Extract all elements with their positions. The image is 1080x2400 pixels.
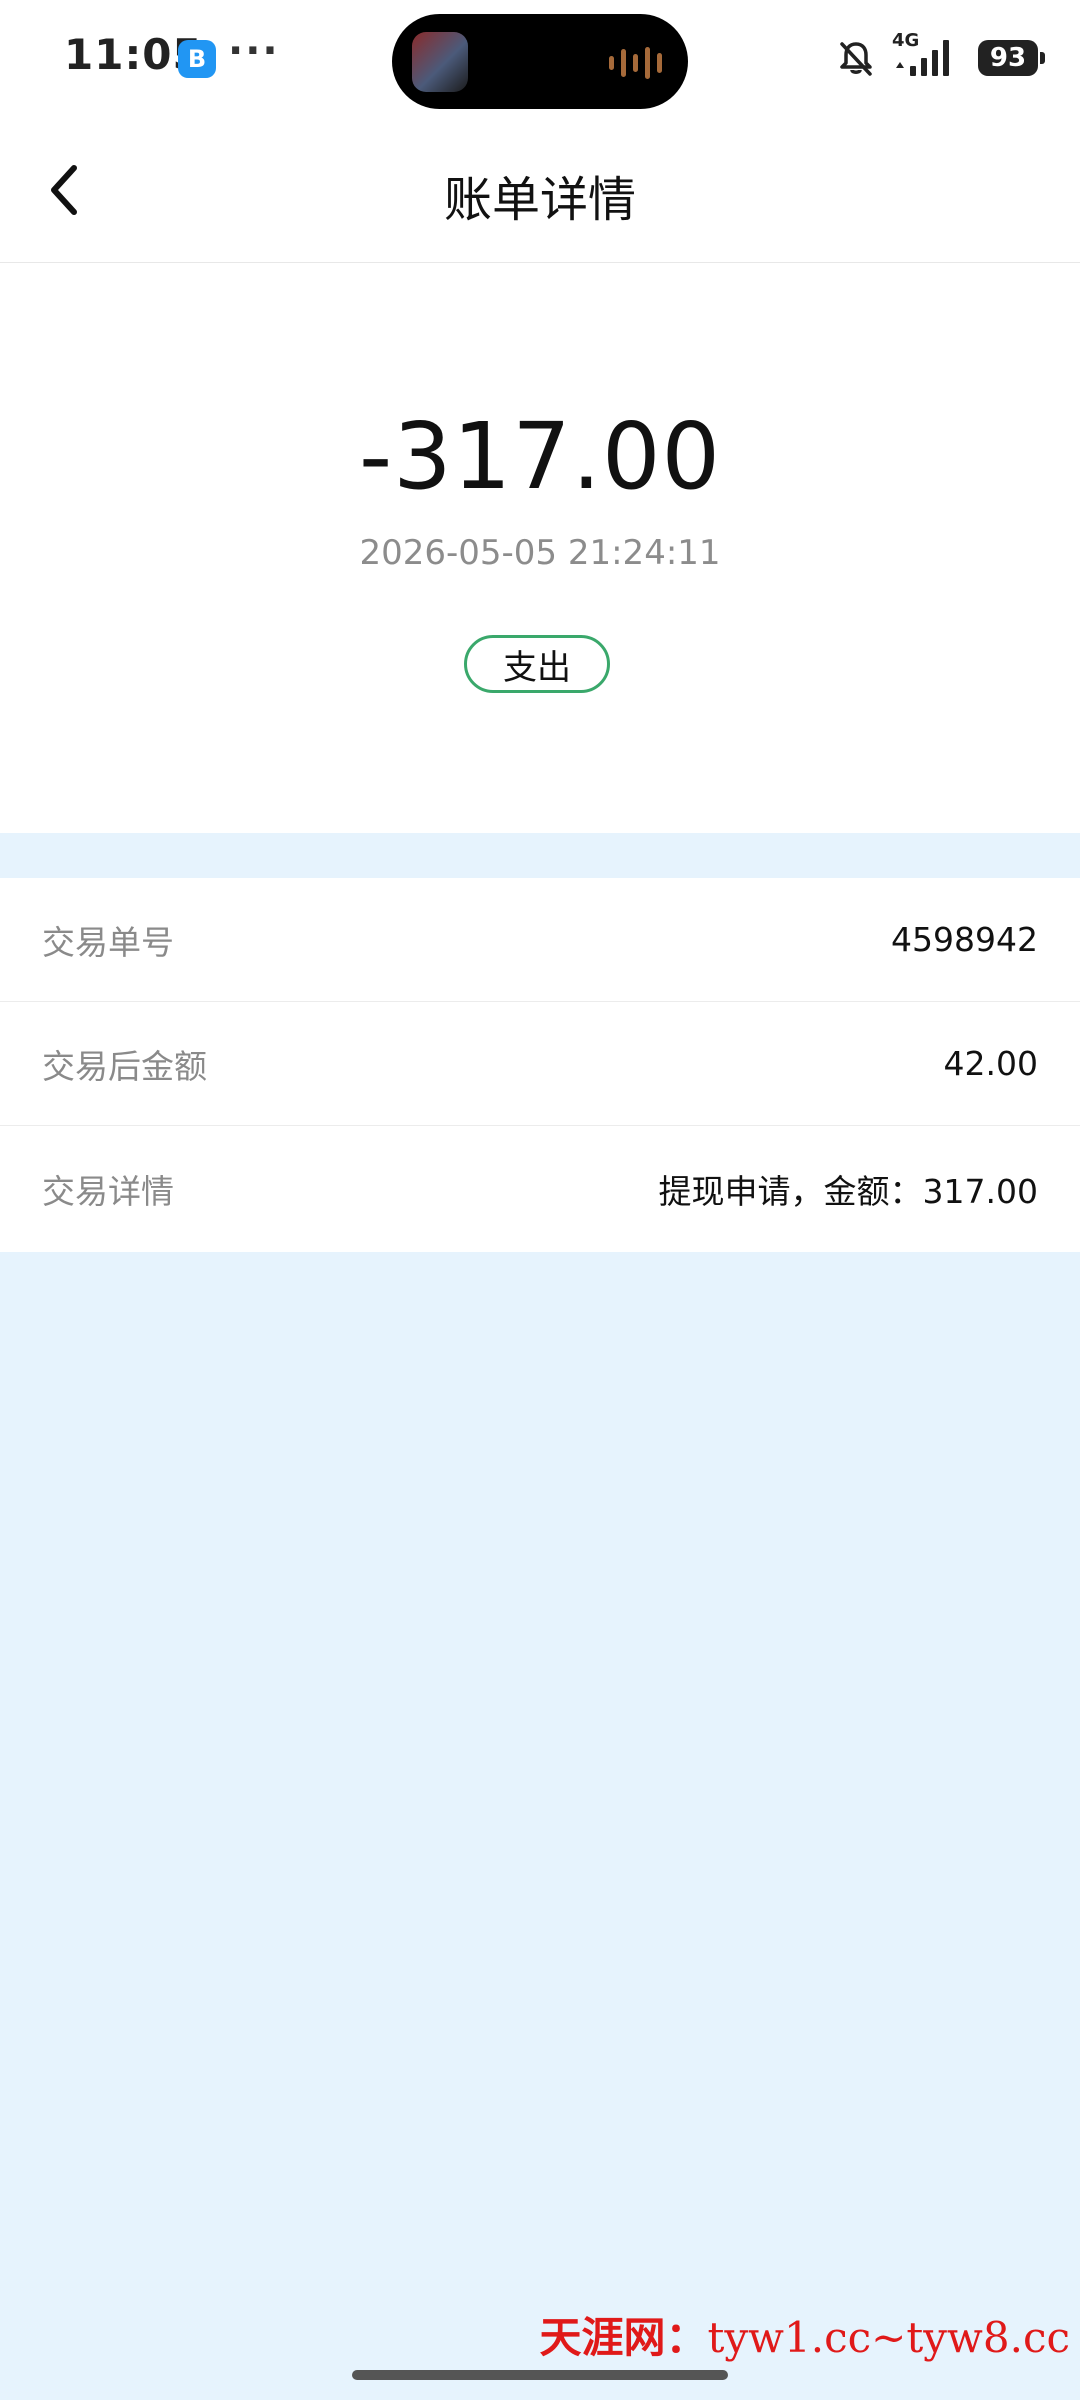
page-title: 账单详情: [443, 172, 636, 228]
detail-label: 交易单号: [42, 922, 174, 962]
detail-list: 交易单号 4598942 交易后金额 42.00 交易详情 提现申请，金额：31…: [0, 878, 1080, 1252]
detail-value: 42.00: [943, 1044, 1038, 1083]
detail-value: 提现申请，金额：317.00: [658, 1172, 1038, 1211]
status-bar: 11:05 B ··· 4G 93: [0, 0, 1080, 118]
audio-wave-icon: [609, 46, 662, 80]
detail-label: 交易详情: [42, 1172, 174, 1211]
signal-icon: 4G: [892, 30, 962, 78]
transaction-datetime: 2026-05-05 21:24:11: [359, 533, 721, 573]
detail-row-balance-after: 交易后金额 42.00: [0, 1002, 1080, 1126]
status-icons: 4G 93: [836, 30, 1045, 86]
media-thumbnail: [412, 32, 468, 92]
dynamic-island[interactable]: [392, 14, 688, 109]
bell-mute-icon: [840, 42, 872, 76]
detail-row-description: 交易详情 提现申请，金额：317.00: [0, 1126, 1080, 1252]
detail-value: 4598942: [891, 920, 1038, 959]
transaction-summary: -317.00 2026-05-05 21:24:11 支出: [0, 263, 1080, 833]
detail-label: 交易后金额: [42, 1046, 207, 1086]
app-notification-icon: B: [178, 40, 216, 78]
more-notifications-icon: ···: [228, 28, 280, 74]
nav-bar: 账单详情: [0, 118, 1080, 263]
network-type: 4G: [892, 30, 920, 51]
transaction-type-badge: 支出: [464, 635, 610, 693]
watermark: 天涯网：tyw1.cc~tyw8.cc: [539, 2304, 1070, 2365]
battery-icon: 93: [978, 40, 1045, 76]
watermark-site-name: 天涯网：: [539, 2313, 708, 2362]
detail-row-order-number: 交易单号 4598942: [0, 878, 1080, 1002]
home-indicator[interactable]: [352, 2370, 728, 2380]
transaction-amount: -317.00: [358, 403, 722, 510]
watermark-url: tyw1.cc~tyw8.cc: [707, 2313, 1070, 2362]
